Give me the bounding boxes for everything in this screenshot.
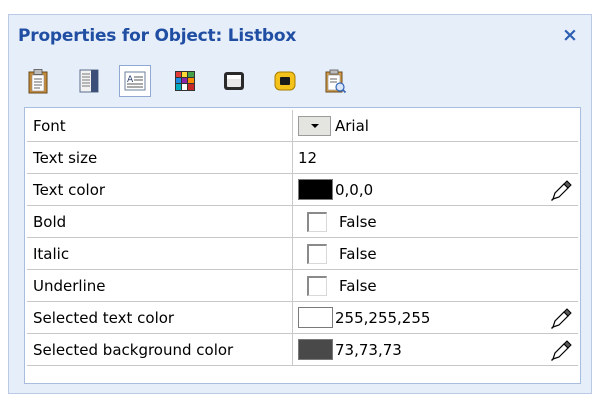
properties-panel: Properties for Object: Listbox × A Font … — [8, 14, 592, 394]
chevron-down-icon — [310, 123, 319, 128]
eyedropper-icon[interactable] — [550, 338, 574, 362]
bold-field: False — [293, 206, 578, 237]
tab-border[interactable] — [218, 65, 250, 97]
color-grid-icon — [175, 71, 195, 91]
italic-value: False — [339, 244, 377, 263]
clipboard-icon — [28, 69, 48, 94]
property-grid: Font Arial Text size 12 Text color 0,0,0… — [24, 107, 581, 384]
color-swatch — [298, 339, 333, 360]
selected-text-color-value: 255,255,255 — [335, 308, 431, 327]
eyedropper-icon[interactable] — [550, 306, 574, 330]
property-row-italic: Italic False — [27, 238, 578, 270]
eyedropper-icon[interactable] — [550, 178, 574, 202]
property-row-text-size: Text size 12 — [27, 142, 578, 174]
tab-document[interactable] — [73, 65, 105, 97]
color-swatch — [298, 179, 333, 200]
property-row-selected-text-color: Selected text color 255,255,255 — [27, 302, 578, 334]
property-category-toolbar: A — [9, 57, 591, 107]
property-name: Selected background color — [27, 334, 293, 365]
italic-field: False — [293, 238, 578, 269]
property-row-underline: Underline False — [27, 270, 578, 302]
tab-clipboard[interactable] — [22, 65, 54, 97]
text-size-field[interactable]: 12 — [293, 142, 578, 173]
bold-checkbox[interactable] — [307, 211, 327, 232]
property-grid-rows: Font Arial Text size 12 Text color 0,0,0… — [27, 110, 578, 366]
property-name: Underline — [27, 270, 293, 301]
underline-field: False — [293, 270, 578, 301]
tab-validation[interactable] — [319, 65, 351, 97]
tab-colors[interactable] — [169, 65, 201, 97]
panel-title: Properties for Object: Listbox — [18, 26, 297, 46]
font-select[interactable]: Arial — [293, 110, 578, 141]
selected-text-color-field[interactable]: 255,255,255 — [293, 302, 578, 333]
property-row-font: Font Arial — [27, 110, 578, 142]
tab-text-format[interactable]: A — [119, 65, 151, 97]
property-name: Bold — [27, 206, 293, 237]
title-bar: Properties for Object: Listbox × — [9, 15, 591, 57]
close-icon[interactable]: × — [559, 24, 581, 46]
selected-background-color-field[interactable]: 73,73,73 — [293, 334, 578, 365]
property-name: Text size — [27, 142, 293, 173]
tab-button-style[interactable] — [269, 65, 301, 97]
bold-value: False — [339, 212, 377, 231]
property-row-selected-background-color: Selected background color 73,73,73 — [27, 334, 578, 366]
color-swatch — [298, 307, 333, 328]
border-frame-icon — [224, 72, 244, 90]
text-format-icon: A — [124, 71, 146, 91]
underline-value: False — [339, 276, 377, 295]
selected-background-color-value: 73,73,73 — [335, 340, 402, 359]
text-color-field[interactable]: 0,0,0 — [293, 174, 578, 205]
italic-checkbox[interactable] — [307, 243, 327, 264]
property-name: Italic — [27, 238, 293, 269]
document-lines-icon — [79, 69, 99, 93]
property-row-bold: Bold False — [27, 206, 578, 238]
font-value: Arial — [335, 116, 369, 135]
text-size-value: 12 — [298, 148, 318, 167]
property-row-text-color: Text color 0,0,0 — [27, 174, 578, 206]
property-name: Font — [27, 110, 293, 141]
property-name: Text color — [27, 174, 293, 205]
property-name: Selected text color — [27, 302, 293, 333]
underline-checkbox[interactable] — [307, 275, 327, 296]
button-shape-icon — [274, 71, 296, 91]
dropdown-button[interactable] — [298, 115, 331, 136]
text-color-value: 0,0,0 — [335, 180, 374, 199]
clipboard-check-icon — [325, 69, 347, 94]
